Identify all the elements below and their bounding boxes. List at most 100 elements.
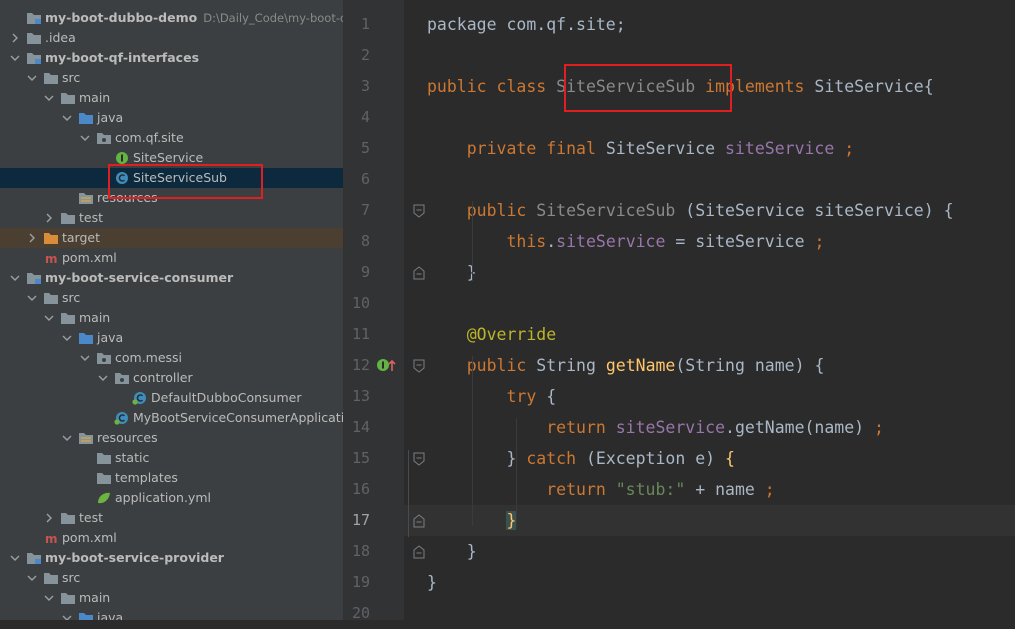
chevron-down-icon[interactable]	[44, 88, 54, 108]
tree-item-src[interactable]: src	[0, 68, 343, 88]
tree-item-label: my-boot-service-provider	[45, 550, 224, 565]
source-folder-icon	[78, 111, 94, 125]
chevron-down-icon[interactable]	[44, 308, 54, 328]
tree-item-templates[interactable]: templates	[0, 468, 343, 488]
tree-item-controller[interactable]: controller	[0, 368, 343, 388]
code-token: siteService	[556, 232, 666, 251]
chevron-down-icon[interactable]	[80, 348, 90, 368]
tree-item-main[interactable]: main	[0, 308, 343, 328]
tree-item-com-qf-site[interactable]: com.qf.site	[0, 128, 343, 148]
tree-item-main[interactable]: main	[0, 588, 343, 608]
spring-leaf-icon	[96, 491, 112, 505]
folder-icon	[43, 291, 59, 305]
code-token: getName	[605, 356, 676, 375]
tree-item-target[interactable]: target	[0, 228, 343, 248]
tree-item-mybootserviceconsumerapplication[interactable]: MyBootServiceConsumerApplication	[0, 408, 343, 428]
code-line[interactable]: } catch (Exception e) {	[427, 443, 735, 474]
code-line[interactable]: package com.qf.site;	[427, 9, 626, 40]
tree-item-label: my-boot-qf-interfaces	[45, 50, 200, 65]
line-number: 2	[360, 46, 370, 64]
chevron-down-icon[interactable]	[27, 288, 37, 308]
chevron-right-icon[interactable]	[44, 508, 54, 528]
chevron-down-icon[interactable]	[27, 568, 37, 588]
tree-item-my-boot-dubbo-demo[interactable]: my-boot-dubbo-demo D:\Daily_Code\my-boot-…	[0, 8, 343, 28]
tree-item-idea[interactable]: .idea	[0, 28, 343, 48]
tree-item-java[interactable]: java	[0, 108, 343, 128]
chevron-right-icon[interactable]	[10, 28, 20, 48]
chevron-down-icon[interactable]	[62, 428, 72, 448]
code-line[interactable]: @Override	[427, 319, 556, 350]
code-line[interactable]: return siteService.getName(name) ;	[427, 412, 884, 443]
code-line[interactable]: }	[427, 567, 437, 598]
code-token: return	[427, 418, 616, 437]
chevron-down-icon[interactable]	[10, 548, 20, 568]
code-line[interactable]: return "stub:" + name ;	[427, 474, 775, 505]
tree-item-test[interactable]: test	[0, 508, 343, 528]
code-line[interactable]: private final SiteService siteService ;	[427, 133, 854, 164]
tree-item-com-messi[interactable]: com.messi	[0, 348, 343, 368]
fold-start-icon[interactable]	[412, 203, 426, 218]
change-marker	[408, 450, 409, 537]
tree-item-my-boot-service-consumer[interactable]: my-boot-service-consumer	[0, 268, 343, 288]
code-line[interactable]: }	[427, 536, 477, 567]
code-line[interactable]: public SiteServiceSub (SiteService siteS…	[427, 195, 954, 226]
tree-item-label: my-boot-service-consumer	[45, 270, 234, 285]
tree-item-resources[interactable]: resources	[0, 428, 343, 448]
chevron-down-icon[interactable]	[27, 68, 37, 88]
folder-icon	[60, 91, 76, 105]
fold-end-icon[interactable]	[412, 544, 426, 559]
code-line[interactable]: }	[427, 257, 477, 288]
tree-item-test[interactable]: test	[0, 208, 343, 228]
tree-item-label: .idea	[45, 30, 76, 45]
code-line[interactable]: public String getName(String name) {	[427, 350, 825, 381]
chevron-down-icon[interactable]	[10, 268, 20, 288]
folder-icon	[60, 591, 76, 605]
code-token: (Exception e)	[576, 449, 726, 468]
chevron-down-icon[interactable]	[10, 48, 20, 68]
implements-method-icon[interactable]	[376, 357, 398, 373]
code-line[interactable]: try {	[427, 381, 556, 412]
tree-item-label: DefaultDubboConsumer	[151, 390, 302, 405]
chevron-right-icon[interactable]	[44, 208, 54, 228]
folder-icon	[26, 31, 42, 45]
tree-item-pom-xml[interactable]: m pom.xml	[0, 248, 343, 268]
fold-end-icon[interactable]	[412, 265, 426, 280]
tree-item-src[interactable]: src	[0, 568, 343, 588]
tree-item-my-boot-qf-interfaces[interactable]: my-boot-qf-interfaces	[0, 48, 343, 68]
chevron-down-icon[interactable]	[44, 588, 54, 608]
chevron-down-icon[interactable]	[62, 328, 72, 348]
line-number: 3	[360, 77, 370, 95]
tree-item-src[interactable]: src	[0, 288, 343, 308]
tree-item-java[interactable]: java	[0, 608, 343, 620]
tree-item-main[interactable]: main	[0, 88, 343, 108]
fold-start-icon[interactable]	[412, 451, 426, 466]
chevron-down-icon[interactable]	[80, 128, 90, 148]
tree-item-label: com.qf.site	[115, 130, 184, 145]
chevron-right-icon[interactable]	[27, 228, 37, 248]
fold-start-icon[interactable]	[412, 358, 426, 373]
tree-item-pom-xml[interactable]: m pom.xml	[0, 528, 343, 548]
code-token: try	[427, 387, 537, 406]
line-number: 12	[351, 356, 370, 374]
tree-item-defaultdubboconsumer[interactable]: DefaultDubboConsumer	[0, 388, 343, 408]
fold-end-icon[interactable]	[412, 513, 426, 528]
tree-item-java[interactable]: java	[0, 328, 343, 348]
tree-item-static[interactable]: static	[0, 448, 343, 468]
code-token: ;	[874, 418, 884, 437]
line-number: 15	[351, 449, 370, 467]
folder-icon	[43, 71, 59, 85]
code-token: "stub:"	[615, 480, 686, 499]
tree-item-label: main	[79, 90, 111, 105]
tree-item-label: controller	[133, 370, 193, 385]
code-token: }	[427, 449, 527, 468]
chevron-down-icon[interactable]	[62, 608, 72, 620]
code-token: (String name) {	[675, 356, 825, 375]
tree-item-label: test	[79, 210, 104, 225]
code-line[interactable]: this.siteService = siteService ;	[427, 226, 824, 257]
folder-icon	[60, 511, 76, 525]
tree-item-my-boot-service-provider[interactable]: my-boot-service-provider	[0, 548, 343, 568]
chevron-down-icon[interactable]	[62, 108, 72, 128]
chevron-down-icon[interactable]	[98, 368, 108, 388]
tree-item-application-yml[interactable]: application.yml	[0, 488, 343, 508]
